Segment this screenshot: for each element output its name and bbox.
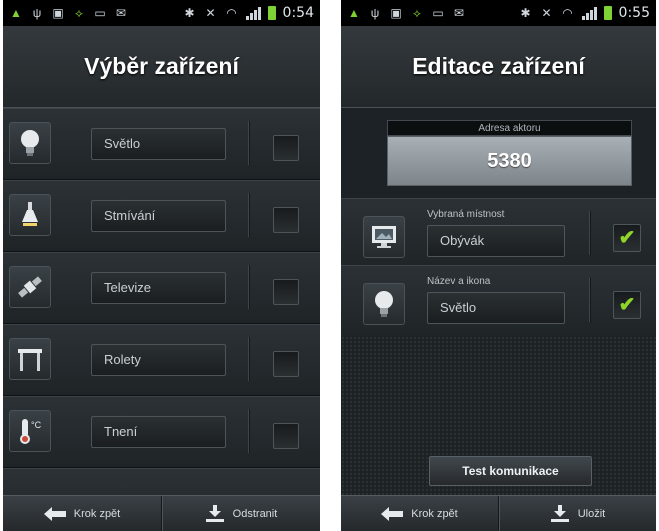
divider: [589, 278, 591, 322]
usb-icon: ψ: [32, 6, 42, 20]
divider: [589, 211, 591, 255]
download-icon: [550, 504, 569, 522]
page-title: Výběr zařízení: [84, 53, 239, 79]
wifi-icon: ◠: [562, 6, 573, 20]
signal-icon: [245, 6, 261, 20]
divider: [248, 337, 250, 381]
blinds-icon: [9, 338, 51, 380]
device-checkbox[interactable]: [273, 207, 299, 233]
signal-icon: [581, 6, 597, 20]
android-icon: ▲: [10, 6, 22, 20]
status-bar: ▲ ψ ▣ ⟡ ▭ ✉ ✱ ✕ ◠ 0:54: [3, 0, 320, 26]
back-button[interactable]: Krok zpět: [3, 496, 161, 531]
divider: [248, 193, 250, 237]
svg-text:°C: °C: [31, 420, 42, 430]
name-checkbox[interactable]: ✔: [613, 291, 641, 319]
dimmer-lamp-icon: [9, 194, 51, 236]
save-button[interactable]: Uložit: [498, 496, 656, 531]
room-caption: Vybraná místnost: [427, 209, 505, 220]
device-list: Světlo Stmívání Televize Rolety °C Tnení: [3, 108, 320, 495]
gallery-icon: ▭: [432, 6, 444, 20]
wifi-icon: ◠: [226, 6, 237, 20]
device-row-partial: [3, 468, 320, 495]
device-label: Světlo: [91, 128, 226, 160]
clock: 0:54: [282, 5, 314, 21]
device-row-blinds[interactable]: Rolety: [3, 324, 320, 396]
device-label: Televize: [91, 272, 226, 304]
address-field[interactable]: Adresa aktoru 5380: [387, 120, 632, 186]
clock: 0:55: [618, 5, 650, 21]
battery-icon: [603, 6, 612, 20]
sync-icon: ⟡: [413, 6, 421, 20]
checkmark-icon: ✔: [618, 227, 636, 249]
back-button[interactable]: Krok zpět: [341, 496, 498, 531]
bluetooth-icon: ✱: [520, 6, 531, 20]
name-icon-row[interactable]: Název a ikona Světlo ✔: [341, 265, 656, 337]
delete-button[interactable]: Odstranit: [161, 496, 320, 531]
device-label: Stmívání: [91, 200, 226, 232]
device-checkbox[interactable]: [273, 423, 299, 449]
bottom-bar: Krok zpět Odstranit: [3, 495, 320, 531]
usb-icon: ψ: [370, 6, 380, 20]
device-checkbox[interactable]: [273, 351, 299, 377]
divider: [248, 409, 250, 453]
delete-label: Odstranit: [232, 507, 278, 520]
status-bar: ▲ ψ ▣ ⟡ ▭ ✉ ✱ ✕ ◠ 0:55: [341, 0, 656, 26]
device-row-dimmer[interactable]: Stmívání: [3, 180, 320, 252]
device-row-tv[interactable]: Televize: [3, 252, 320, 324]
mute-icon: ✕: [541, 6, 552, 20]
bluetooth-icon: ✱: [184, 6, 195, 20]
name-icon-caption: Název a ikona: [427, 276, 491, 287]
device-selection-screen: ▲ ψ ▣ ⟡ ▭ ✉ ✱ ✕ ◠ 0:54 Výběr zařízení Sv…: [3, 0, 320, 531]
device-checkbox[interactable]: [273, 135, 299, 161]
arrow-left-icon: [381, 506, 404, 521]
thermometer-icon: °C: [9, 410, 51, 452]
room-row[interactable]: Vybraná místnost Obývák ✔: [341, 198, 656, 270]
room-checkbox[interactable]: ✔: [613, 224, 641, 252]
mail-icon: ✉: [453, 6, 465, 20]
mute-icon: ✕: [205, 6, 216, 20]
page-title: Editace zařízení: [412, 53, 585, 79]
sim-icon: ▣: [52, 6, 64, 20]
mail-icon: ✉: [115, 6, 127, 20]
lightbulb-icon: [9, 122, 51, 164]
divider: [248, 121, 250, 165]
divider: [248, 265, 250, 309]
android-icon: ▲: [348, 6, 360, 20]
battery-icon: [267, 6, 276, 20]
device-label: Tnení: [91, 416, 226, 448]
test-communication-button[interactable]: Test komunikace: [429, 456, 592, 486]
device-row-light[interactable]: Světlo: [3, 108, 320, 180]
room-field[interactable]: Obývák: [427, 225, 565, 257]
download-icon: [205, 504, 224, 522]
address-value[interactable]: 5380: [387, 136, 632, 186]
satellite-icon: [9, 266, 51, 308]
device-label: Rolety: [91, 344, 226, 376]
lightbulb-icon: [363, 283, 405, 325]
checkmark-icon: ✔: [618, 294, 636, 316]
address-label: Adresa aktoru: [387, 120, 632, 136]
device-row-heating[interactable]: °C Tnení: [3, 396, 320, 468]
device-edit-screen: ▲ ψ ▣ ⟡ ▭ ✉ ✱ ✕ ◠ 0:55 Editace zařízení …: [341, 0, 656, 531]
device-checkbox[interactable]: [273, 279, 299, 305]
arrow-left-icon: [43, 506, 66, 521]
name-field[interactable]: Světlo: [427, 292, 565, 324]
back-label: Krok zpět: [411, 507, 458, 520]
sim-icon: ▣: [390, 6, 402, 20]
sync-icon: ⟡: [75, 6, 83, 20]
back-label: Krok zpět: [73, 507, 121, 520]
title-bar: Výběr zařízení: [3, 26, 320, 108]
save-label: Uložit: [577, 507, 606, 520]
bottom-bar: Krok zpět Uložit: [341, 495, 656, 531]
title-bar: Editace zařízení: [341, 26, 656, 108]
gallery-icon: ▭: [94, 6, 106, 20]
picture-icon: [363, 216, 405, 258]
